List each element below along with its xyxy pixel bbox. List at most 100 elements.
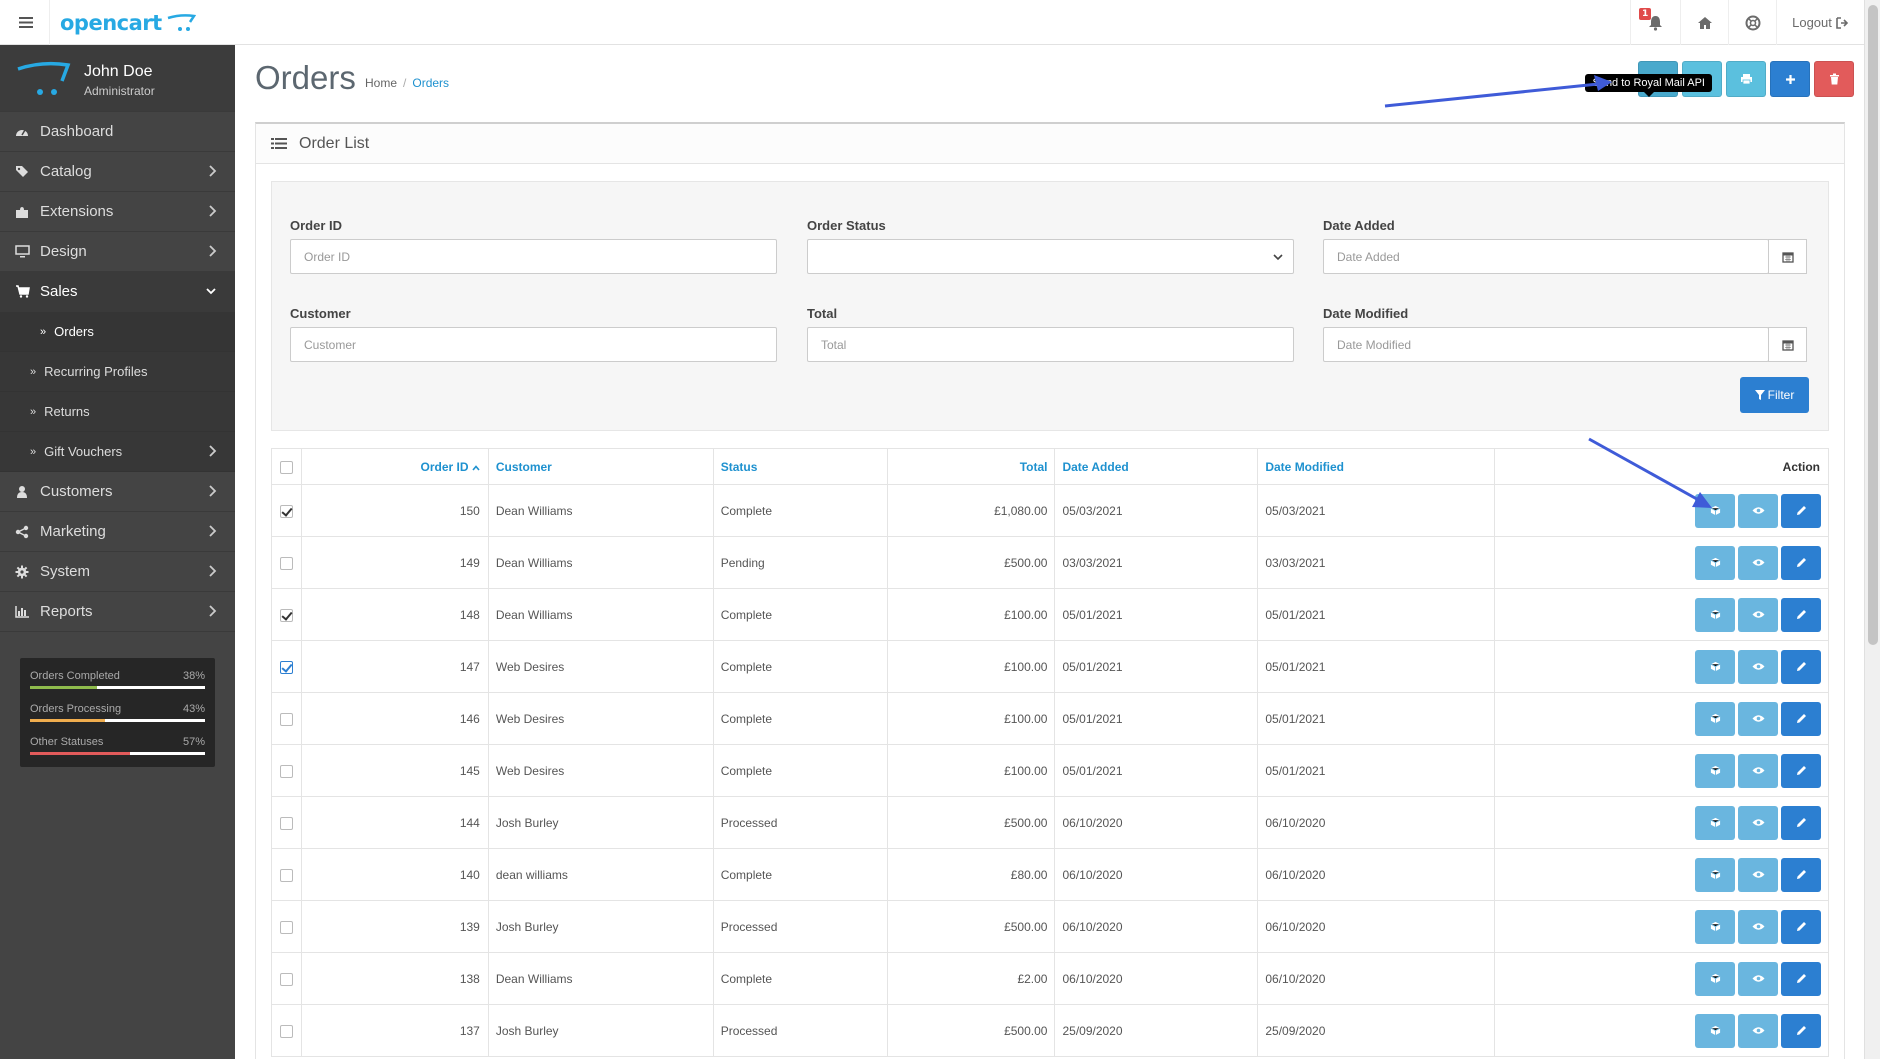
sidebar-subitem-recurring-profiles[interactable]: » Recurring Profiles (0, 352, 235, 392)
view-order-button[interactable] (1738, 649, 1778, 684)
send-royal-mail-row-button[interactable] (1695, 753, 1735, 788)
menu-toggle-button[interactable] (0, 0, 50, 45)
sidebar-item-system[interactable]: System (0, 552, 235, 592)
pencil-icon (1796, 1026, 1806, 1035)
view-order-button[interactable] (1738, 857, 1778, 892)
send-royal-mail-row-button[interactable] (1695, 857, 1735, 892)
date-modified-input[interactable]: Date Modified (1323, 327, 1769, 362)
row-checkbox[interactable] (279, 712, 293, 726)
action-cell (1494, 692, 1829, 745)
opencart-logo[interactable]: opencart (60, 8, 196, 38)
row-checkbox[interactable] (279, 504, 293, 518)
view-order-button[interactable] (1738, 545, 1778, 580)
row-checkbox[interactable] (279, 556, 293, 570)
sidebar-item-customers[interactable]: Customers (0, 472, 235, 512)
send-royal-mail-row-button[interactable] (1695, 545, 1735, 580)
send-royal-mail-row-button[interactable] (1695, 597, 1735, 632)
view-order-button[interactable] (1738, 961, 1778, 996)
send-royal-mail-row-button[interactable] (1695, 961, 1735, 996)
scroll-thumb[interactable] (1868, 5, 1878, 645)
sidebar-item-design[interactable]: Design (0, 232, 235, 272)
row-checkbox[interactable] (279, 868, 293, 882)
date-added-calendar-button[interactable] (1768, 239, 1807, 274)
edit-order-button[interactable] (1781, 493, 1821, 528)
edit-order-button[interactable] (1781, 909, 1821, 944)
col-total[interactable]: Total (886, 448, 1056, 485)
sidebar-subitem-orders[interactable]: » Orders (0, 312, 235, 352)
col-date-modified[interactable]: Date Modified (1257, 448, 1496, 485)
view-order-button[interactable] (1738, 493, 1778, 528)
breadcrumb-home[interactable]: Home (365, 76, 397, 90)
edit-order-button[interactable] (1781, 701, 1821, 736)
view-order-button[interactable] (1738, 909, 1778, 944)
add-order-button[interactable] (1770, 61, 1810, 97)
send-royal-mail-row-button[interactable] (1695, 701, 1735, 736)
print-icon (1740, 74, 1752, 85)
row-checkbox[interactable] (279, 1024, 293, 1038)
edit-order-button[interactable] (1781, 597, 1821, 632)
view-order-button[interactable] (1738, 1013, 1778, 1048)
sidebar-item-reports[interactable]: Reports (0, 592, 235, 632)
logout-button[interactable]: Logout (1776, 0, 1864, 45)
row-checkbox[interactable] (279, 660, 293, 674)
view-order-button[interactable] (1738, 753, 1778, 788)
row-checkbox[interactable] (279, 920, 293, 934)
date-modified-calendar-button[interactable] (1768, 327, 1807, 362)
print-invoice-button[interactable] (1726, 61, 1766, 97)
order-id-input[interactable]: Order ID (290, 239, 777, 274)
panel-heading: Order List (256, 124, 1844, 164)
sidebar-item-extensions[interactable]: Extensions (0, 192, 235, 232)
sidebar-subitem-returns[interactable]: » Returns (0, 392, 235, 432)
edit-order-button[interactable] (1781, 961, 1821, 996)
view-order-button[interactable] (1738, 597, 1778, 632)
filter-button[interactable]: Filter (1740, 377, 1809, 413)
annotation-arrow-toolbar (1384, 75, 1612, 108)
edit-order-button[interactable] (1781, 649, 1821, 684)
send-royal-mail-row-button[interactable] (1695, 1013, 1735, 1048)
row-checkbox[interactable] (279, 816, 293, 830)
row-checkbox[interactable] (279, 972, 293, 986)
order-status-select[interactable] (807, 239, 1294, 274)
edit-order-button[interactable] (1781, 857, 1821, 892)
col-date-added[interactable]: Date Added (1054, 448, 1259, 485)
total-input[interactable]: Total (807, 327, 1294, 362)
sidebar-item-marketing[interactable]: Marketing (0, 512, 235, 552)
pencil-icon (1796, 922, 1806, 931)
user-profile[interactable]: John Doe Administrator (0, 45, 235, 112)
date-added-cell: 06/10/2020 (1054, 796, 1259, 849)
view-order-button[interactable] (1738, 805, 1778, 840)
send-royal-mail-row-button[interactable] (1695, 805, 1735, 840)
select-cell (271, 952, 302, 1005)
notifications-button[interactable]: 1 (1630, 0, 1680, 45)
home-button[interactable] (1680, 0, 1728, 45)
row-checkbox[interactable] (279, 608, 293, 622)
sidebar-item-dashboard[interactable]: Dashboard (0, 112, 235, 152)
edit-order-button[interactable] (1781, 1013, 1821, 1048)
cube-icon (1710, 1025, 1720, 1036)
col-status[interactable]: Status (712, 448, 888, 485)
sidebar-item-sales[interactable]: Sales (0, 272, 235, 312)
select-all-checkbox[interactable] (279, 460, 293, 474)
delete-button[interactable] (1814, 61, 1854, 97)
edit-order-button[interactable] (1781, 805, 1821, 840)
customer-input[interactable]: Customer (290, 327, 777, 362)
breadcrumb-orders[interactable]: Orders (412, 76, 449, 90)
sidebar-subitem-gift-vouchers[interactable]: » Gift Vouchers (0, 432, 235, 472)
send-royal-mail-row-button[interactable] (1695, 649, 1735, 684)
cube-icon (1710, 869, 1720, 880)
date-added-input[interactable]: Date Added (1323, 239, 1769, 274)
send-royal-mail-row-button[interactable] (1695, 909, 1735, 944)
bar-chart-icon (12, 605, 32, 618)
col-customer[interactable]: Customer (487, 448, 714, 485)
view-order-button[interactable] (1738, 701, 1778, 736)
page-scrollbar[interactable] (1864, 0, 1880, 1059)
edit-order-button[interactable] (1781, 753, 1821, 788)
cube-icon (1710, 921, 1720, 932)
row-checkbox[interactable] (279, 764, 293, 778)
col-order-id[interactable]: Order ID (300, 448, 489, 485)
edit-order-button[interactable] (1781, 545, 1821, 580)
date-modified-cell: 06/10/2020 (1257, 952, 1496, 1005)
help-button[interactable] (1728, 0, 1776, 45)
sidebar-item-catalog[interactable]: Catalog (0, 152, 235, 192)
cube-icon (1710, 765, 1720, 776)
